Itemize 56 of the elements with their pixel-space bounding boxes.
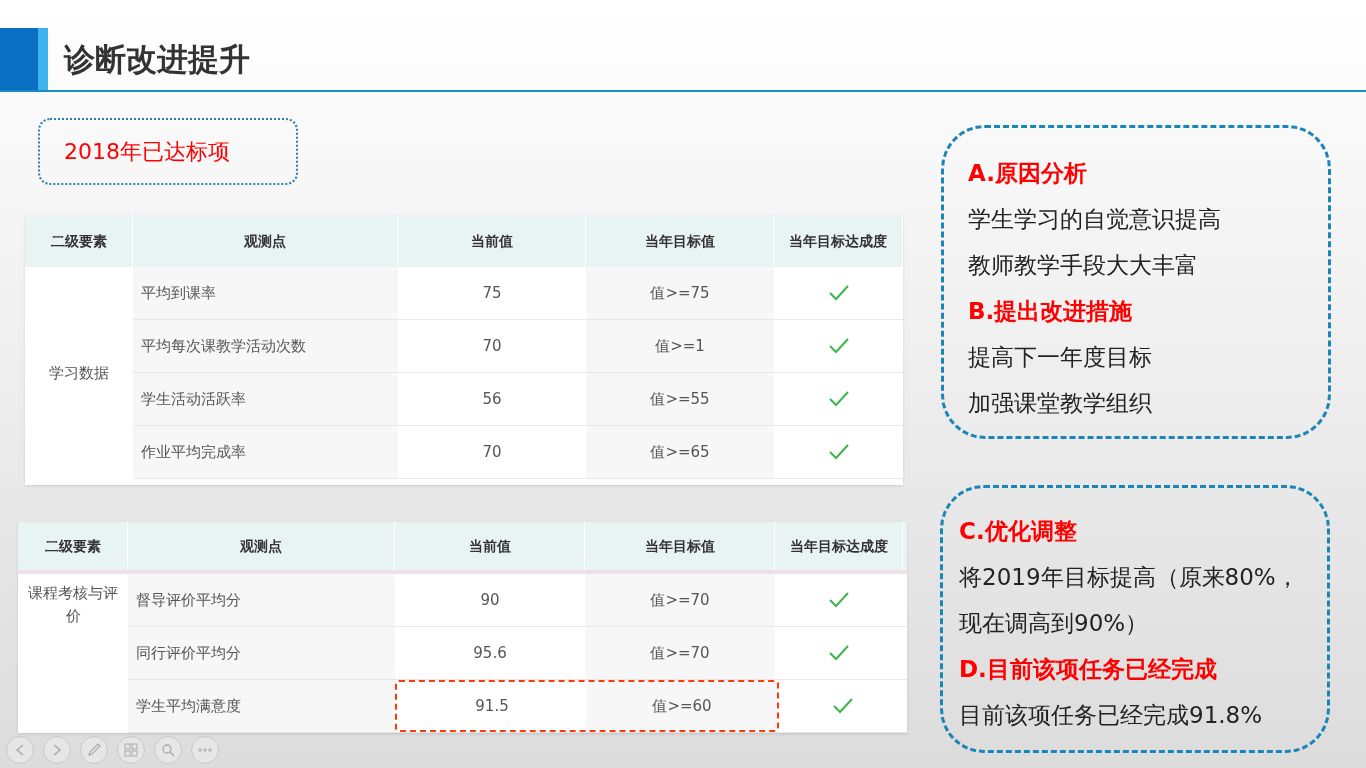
next-button[interactable]	[43, 736, 71, 764]
table-cell: 作业平均完成率	[133, 426, 398, 478]
table-cell: 值>=70	[585, 574, 775, 626]
slides-button[interactable]	[117, 736, 145, 764]
pen-icon	[87, 743, 101, 757]
column-header: 二级要素	[25, 215, 133, 267]
more-icon	[198, 748, 212, 752]
table-cell: 值>=75	[586, 267, 774, 319]
table-cell: 同行评价平均分	[128, 627, 395, 679]
note-text: 学生学习的自觉意识提高	[968, 205, 1222, 234]
column-header: 观测点	[128, 522, 395, 570]
note-text: 将2019年目标提高（原来80%，	[959, 563, 1300, 592]
table-cell: 学生活动活跃率	[133, 373, 398, 425]
column-header: 当前值	[395, 522, 585, 570]
note-text: 现在调高到90%）	[959, 609, 1150, 638]
column-header: 当年目标达成度	[775, 522, 903, 570]
table-cell: 值>=70	[585, 627, 775, 679]
column-header: 当年目标值	[585, 522, 775, 570]
table-cell-text: 90	[479, 589, 501, 611]
magnifier-icon	[161, 743, 175, 757]
table-cell: 值>=60	[587, 682, 777, 730]
table-cell-text: 70	[481, 335, 503, 357]
note-text: 提高下一年度目标	[968, 343, 1153, 372]
note-heading: C.优化调整	[959, 517, 1078, 546]
column-header: 当年目标达成度	[774, 215, 903, 267]
note-heading: D.目前该项任务已经完成	[959, 655, 1218, 684]
table-cell-text: 70	[481, 441, 503, 463]
previous-button[interactable]	[6, 736, 34, 764]
table-cell-text: 56	[481, 388, 503, 410]
note-text: 加强课堂教学组织	[968, 389, 1153, 418]
table-cell-text: 91.5	[474, 695, 510, 717]
slide-title: 诊断改进提升	[64, 39, 250, 79]
note-heading: A.原因分析	[968, 159, 1088, 188]
table-cell: 值>=65	[586, 426, 774, 478]
note-heading: B.提出改进措施	[968, 297, 1134, 326]
next-icon	[52, 744, 62, 756]
table-cell: 平均每次课教学活动次数	[133, 320, 398, 372]
group-cell-text: 课程考核与评价	[27, 583, 119, 627]
note-text: 教师教学手段大大丰富	[968, 251, 1199, 280]
column-header: 二级要素	[18, 522, 128, 570]
table-cell: 督导评价平均分	[128, 574, 395, 626]
column-header: 当前值	[398, 215, 586, 267]
note-text: 目前该项任务已经完成91.8%	[959, 701, 1264, 730]
zoom-button[interactable]	[154, 736, 182, 764]
table-cell: 平均到课率	[133, 267, 398, 319]
previous-icon	[15, 744, 25, 756]
table-cell-text: 95.6	[472, 642, 508, 664]
section-tag: 2018年已达标项	[38, 118, 298, 185]
grid-icon	[124, 743, 138, 757]
table-cell-text: 75	[481, 282, 503, 304]
table-cell: 学生平均满意度	[128, 680, 395, 732]
table-cell: 值>=1	[586, 320, 774, 372]
table-cell: 值>=55	[586, 373, 774, 425]
more-button[interactable]	[191, 736, 219, 764]
group-cell-text: 学习数据	[48, 362, 110, 384]
pen-button[interactable]	[80, 736, 108, 764]
